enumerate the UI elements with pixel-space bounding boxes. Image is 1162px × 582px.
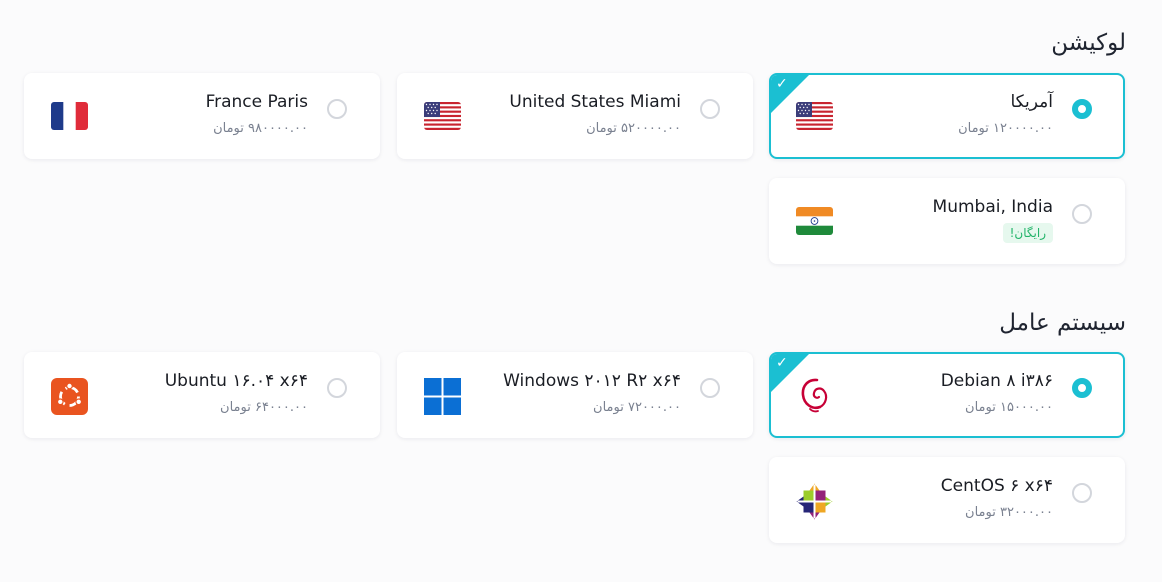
debian-logo-icon xyxy=(796,378,833,413)
location-option-france-paris[interactable]: France Paris ۹۸۰۰۰۰.۰۰ تومان xyxy=(24,73,380,159)
option-price: ۹۸۰۰۰۰.۰۰ تومان xyxy=(213,121,308,136)
os-radio-debian[interactable] xyxy=(1072,378,1092,398)
free-badge: رایگان! xyxy=(1002,223,1053,243)
option-price: ۱۵۰۰۰.۰۰ تومان xyxy=(965,400,1053,415)
location-section-title: لوکیشن xyxy=(1051,30,1126,56)
location-option-mumbai-india[interactable]: Mumbai, India رایگان! xyxy=(769,178,1125,264)
os-section-title: سیستم عامل xyxy=(999,310,1126,336)
option-price: ۵۲۰۰۰۰.۰۰ تومان xyxy=(586,121,681,136)
os-option-ubuntu[interactable]: Ubuntu ۱۶.۰۴ x۶۴ ۶۴۰۰۰.۰۰ تومان xyxy=(24,352,380,438)
option-price: ۳۲۰۰۰.۰۰ تومان xyxy=(965,505,1053,520)
check-icon: ✓ xyxy=(776,76,788,92)
os-option-windows[interactable]: Windows ۲۰۱۲ R۲ x۶۴ ۷۲۰۰۰.۰۰ تومان xyxy=(397,352,753,438)
option-name: CentOS ۶ x۶۴ xyxy=(940,476,1053,496)
option-name: France Paris xyxy=(205,92,308,112)
config-page: لوکیشن ✓ آمریکا ۱۲۰۰۰۰.۰۰ تومان United S… xyxy=(0,0,1162,582)
fr-flag-icon xyxy=(51,101,88,131)
os-option-centos[interactable]: CentOS ۶ x۶۴ ۳۲۰۰۰.۰۰ تومان xyxy=(769,457,1125,543)
option-name: Debian ۸ i۳۸۶ xyxy=(940,371,1053,391)
location-radio-us-miami[interactable] xyxy=(700,99,720,119)
centos-logo-icon xyxy=(796,483,833,520)
os-radio-windows[interactable] xyxy=(700,378,720,398)
in-flag-icon xyxy=(796,206,833,236)
location-radio-france-paris[interactable] xyxy=(327,99,347,119)
us-flag-icon xyxy=(424,101,461,131)
option-name: آمریکا xyxy=(1010,92,1053,112)
option-name: Ubuntu ۱۶.۰۴ x۶۴ xyxy=(164,371,308,391)
check-icon: ✓ xyxy=(776,355,788,371)
os-option-debian[interactable]: ✓ Debian ۸ i۳۸۶ ۱۵۰۰۰.۰۰ تومان xyxy=(769,352,1125,438)
option-name: Mumbai, India xyxy=(932,197,1053,217)
os-radio-centos[interactable] xyxy=(1072,483,1092,503)
option-name: Windows ۲۰۱۲ R۲ x۶۴ xyxy=(503,371,681,391)
option-price: ۷۲۰۰۰.۰۰ تومان xyxy=(593,400,681,415)
location-option-us-miami[interactable]: United States Miami ۵۲۰۰۰۰.۰۰ تومان xyxy=(397,73,753,159)
ubuntu-logo-icon xyxy=(51,378,88,415)
location-radio-mumbai-india[interactable] xyxy=(1072,204,1092,224)
us-flag-icon xyxy=(796,101,833,131)
windows-logo-icon xyxy=(424,378,461,415)
option-price: ۶۴۰۰۰.۰۰ تومان xyxy=(220,400,308,415)
os-radio-ubuntu[interactable] xyxy=(327,378,347,398)
option-name: United States Miami xyxy=(509,92,681,112)
location-option-america[interactable]: ✓ آمریکا ۱۲۰۰۰۰.۰۰ تومان xyxy=(769,73,1125,159)
option-price: ۱۲۰۰۰۰.۰۰ تومان xyxy=(958,121,1053,136)
location-radio-america[interactable] xyxy=(1072,99,1092,119)
